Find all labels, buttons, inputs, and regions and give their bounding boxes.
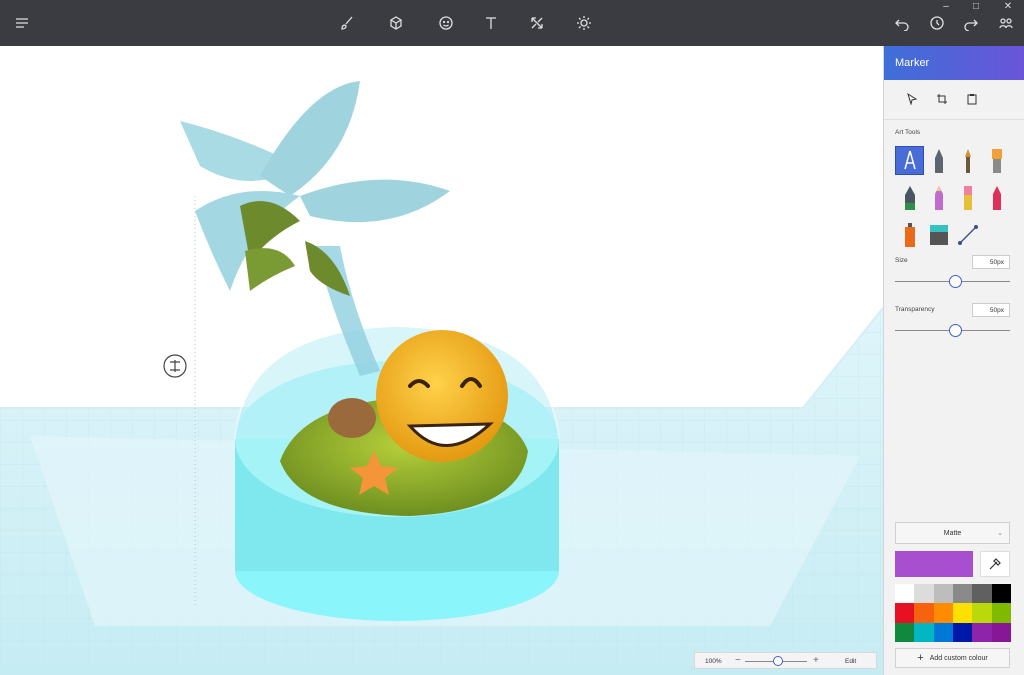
effects-sun-icon[interactable]	[571, 10, 597, 36]
fill-tool[interactable]	[924, 220, 953, 249]
zoom-bar: 100% − + Edit	[694, 652, 877, 669]
eyedropper-button[interactable]	[980, 551, 1010, 577]
color-swatch[interactable]	[933, 584, 953, 604]
pencil-tool[interactable]	[924, 183, 953, 212]
color-swatch[interactable]	[991, 603, 1011, 623]
text-icon[interactable]	[478, 10, 504, 36]
eyedropper-icon	[989, 558, 1001, 570]
rotate-gizmo-icon	[163, 354, 187, 378]
size-slider-thumb[interactable]	[949, 275, 963, 288]
tool-panel: Marker Art Tools Size 50px Transparency …	[883, 46, 1024, 675]
finish-dropdown[interactable]: Matte ⌄	[895, 522, 1010, 544]
transparency-slider-thumb[interactable]	[949, 324, 963, 337]
selection-tools	[884, 80, 1024, 120]
add-custom-colour-button[interactable]: + Add custom colour	[895, 648, 1010, 668]
finish-value: Matte	[943, 529, 962, 537]
current-color-swatch[interactable]	[895, 551, 973, 577]
calligraphy-pen-tool[interactable]	[924, 146, 953, 175]
community-icon[interactable]	[993, 10, 1019, 36]
size-label: Size	[895, 257, 908, 264]
art-tools-grid	[895, 146, 1015, 257]
pen-tool[interactable]	[895, 183, 924, 212]
size-input[interactable]: 50px	[972, 255, 1010, 269]
art-tools-label: Art Tools	[895, 129, 921, 136]
add-custom-colour-label: Add custom colour	[929, 654, 988, 662]
top-toolbar: – □ ✕	[0, 0, 1024, 46]
color-swatch[interactable]	[952, 584, 973, 604]
undo-icon[interactable]	[889, 10, 915, 36]
select-icon[interactable]	[904, 91, 920, 107]
color-swatch[interactable]	[914, 603, 934, 623]
color-swatch[interactable]	[914, 622, 934, 642]
chevron-down-icon: ⌄	[997, 530, 1003, 537]
brush-icon[interactable]	[334, 10, 360, 36]
3d-cube-icon[interactable]	[383, 10, 409, 36]
hamburger-menu-icon[interactable]	[9, 10, 35, 36]
eraser-tool[interactable]	[953, 183, 982, 212]
marker-tool[interactable]	[895, 146, 924, 175]
zoom-in-button[interactable]: +	[813, 655, 819, 666]
zoom-slider-thumb[interactable]	[772, 656, 783, 666]
color-swatch[interactable]	[895, 603, 915, 623]
color-palette	[895, 584, 1011, 642]
color-swatch[interactable]	[972, 584, 992, 604]
close-button[interactable]: ✕	[996, 0, 1020, 12]
crop-icon[interactable]	[934, 91, 950, 107]
edit-button[interactable]: Edit	[845, 658, 856, 665]
color-swatch[interactable]	[933, 622, 953, 642]
3d-scene	[0, 81, 883, 675]
crayon-tool[interactable]	[982, 183, 1011, 212]
redo-icon[interactable]	[958, 10, 984, 36]
zoom-out-button[interactable]: −	[735, 655, 741, 666]
color-swatch[interactable]	[952, 622, 973, 642]
size-slider[interactable]	[895, 275, 1010, 289]
color-swatch[interactable]	[991, 584, 1011, 604]
color-swatch[interactable]	[914, 584, 934, 604]
color-swatch[interactable]	[933, 603, 953, 623]
paste-icon[interactable]	[964, 91, 980, 107]
zoom-percent: 100%	[705, 658, 722, 665]
color-swatch[interactable]	[991, 622, 1011, 642]
color-swatch[interactable]	[952, 603, 973, 623]
color-swatch[interactable]	[895, 584, 915, 604]
transparency-input[interactable]: 50px	[972, 303, 1010, 317]
color-swatch[interactable]	[895, 622, 915, 642]
line-tool[interactable]	[953, 220, 982, 249]
transparency-slider[interactable]	[895, 324, 1010, 338]
canvas-resize-icon[interactable]	[524, 10, 550, 36]
transparency-label: Transparency	[895, 306, 935, 313]
maximize-button[interactable]: □	[964, 0, 988, 12]
color-swatch[interactable]	[972, 603, 992, 623]
spray-can-tool[interactable]	[895, 220, 924, 249]
3d-canvas[interactable]: 100% − + Edit	[0, 46, 883, 675]
panel-title: Marker	[884, 46, 1024, 80]
minimize-button[interactable]: –	[934, 0, 958, 12]
history-icon[interactable]	[924, 10, 950, 36]
color-swatch[interactable]	[972, 622, 992, 642]
sticker-icon[interactable]	[433, 10, 459, 36]
watercolor-tool[interactable]	[982, 146, 1011, 175]
plus-icon: +	[917, 652, 924, 664]
oil-brush-tool[interactable]	[953, 146, 982, 175]
